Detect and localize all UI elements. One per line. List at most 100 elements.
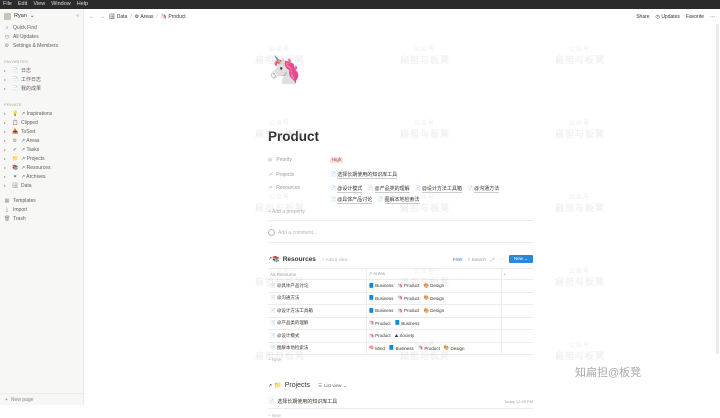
table-row[interactable]: 📄 @设计方法工具箱 📘 Business 🦄 Product 🎨 Design <box>268 304 533 318</box>
favorite-button[interactable]: Favorite <box>686 14 704 20</box>
relation-link[interactable]: 📄 @设计方法工具箱 <box>415 185 462 193</box>
new-row-button[interactable]: + New <box>268 413 281 418</box>
resource-cell[interactable]: 📄 @具体产品讨论 <box>268 279 367 293</box>
workspace-switcher[interactable]: Ryan ⌄ « <box>0 9 83 23</box>
breadcrumb-item[interactable]: ⚙ Areas <box>135 14 154 20</box>
view-switcher[interactable]: ☰ List view ⌄ <box>318 383 347 389</box>
sidebar-item[interactable]: ▸ 📚 ↗ Resources <box>0 163 83 172</box>
sidebar-item[interactable]: ▸ 📋 Clipped <box>0 118 83 127</box>
areas-cell[interactable]: 🦄 Product 📘 Business <box>366 317 502 330</box>
sidebar-item[interactable]: ◷ All Updates <box>0 32 83 41</box>
resource-cell[interactable]: 📄 @设计方法工具箱 <box>268 304 367 318</box>
relation-link[interactable]: 📄 @沟通方法 <box>467 185 500 193</box>
area-chip[interactable]: 📘 Business <box>395 320 420 326</box>
add-column-button[interactable]: + <box>501 268 533 280</box>
new-row-button[interactable]: + New <box>268 357 281 362</box>
page-icon[interactable]: 🦄 <box>268 54 302 86</box>
expand-triangle-icon[interactable]: ▸ <box>4 77 9 82</box>
sidebar-item[interactable]: ▸ 🗄 Data <box>0 181 83 190</box>
sidebar-item[interactable]: 🗑 Trash <box>0 214 83 223</box>
expand-triangle-icon[interactable]: ▸ <box>4 156 9 161</box>
relation-link[interactable]: 📄 选择长期使用的知识库工具 <box>330 171 398 179</box>
share-button[interactable]: Share <box>636 14 649 20</box>
table-row[interactable]: 📄 @产品类的理解 🦄 Product 📘 Business <box>268 317 533 330</box>
property-priority[interactable]: ◎ Priority High <box>268 157 533 163</box>
area-chip[interactable]: 📘 Business <box>369 308 394 314</box>
areas-cell[interactable]: 🧠 Mind 📘 Business 🦄 Product 🎨 Design <box>366 342 502 355</box>
property-resources[interactable]: ↗ Resources 📄 @设计模式 📄 @产品类的理解 📄 @设计方法工具箱 📄 @沟通方法… <box>268 185 533 204</box>
area-chip[interactable]: 🧠 Mind <box>369 345 385 351</box>
table-row[interactable]: 📄 @设计模式 🦄 Product ⛰ Society <box>268 329 533 343</box>
menu-help[interactable]: Help <box>77 0 88 9</box>
menu-view[interactable]: View <box>33 0 45 9</box>
expand-triangle-icon[interactable]: ▸ <box>4 174 9 179</box>
area-chip[interactable]: 📘 Business <box>369 295 394 301</box>
list-item[interactable]: 📄 选择长期使用的知识库工具 Today 12:49 PM <box>268 398 533 406</box>
table-row[interactable]: 📄 @具体产品讨论 📘 Business 🦄 Product 🎨 Design <box>268 279 533 293</box>
add-view-button[interactable]: + Add a view <box>322 257 348 262</box>
menu-window[interactable]: Window <box>51 0 71 9</box>
filter-button[interactable]: Filter <box>453 257 463 262</box>
area-chip[interactable]: 🎨 Design <box>424 283 445 289</box>
area-chip[interactable]: 🎨 Design <box>424 308 445 314</box>
table-row[interactable]: 📄 图解本地检索法 🧠 Mind 📘 Business 🦄 Product 🎨 Design <box>268 342 533 355</box>
expand-triangle-icon[interactable]: ▸ <box>4 68 9 73</box>
relation-link[interactable]: 📄 @产品类的理解 <box>367 185 410 193</box>
area-chip[interactable]: 🦄 Product <box>369 333 391 339</box>
add-comment-field[interactable]: Add a comment... <box>268 229 533 236</box>
forward-arrow-icon[interactable]: → <box>99 14 105 20</box>
priority-tag[interactable]: High <box>330 157 344 163</box>
resource-cell[interactable]: 📄 @沟通方法 <box>268 292 367 305</box>
more-options-button[interactable]: ··· <box>710 14 715 20</box>
menu-edit[interactable]: Edit <box>18 0 27 9</box>
sidebar-item[interactable]: ▸ ⚙ ↗ Areas <box>0 136 83 145</box>
area-chip[interactable]: 📘 Business <box>369 283 394 289</box>
sidebar-item[interactable]: ▸ ✔ ↗ Tasks <box>0 145 83 154</box>
expand-triangle-icon[interactable]: ▸ <box>4 183 9 188</box>
scrollbar[interactable] <box>716 24 719 354</box>
projects-db-title[interactable]: Projects <box>285 382 310 389</box>
resource-cell[interactable]: 📄 图解本地检索法 <box>268 342 367 355</box>
table-row[interactable]: 📄 @沟通方法 📘 Business 🦄 Product 🎨 Design <box>268 292 533 305</box>
area-chip[interactable]: 🎨 Design <box>444 345 465 351</box>
updates-button[interactable]: ◷ Updates <box>656 14 680 20</box>
expand-triangle-icon[interactable]: ▸ <box>4 120 9 125</box>
more-icon[interactable]: ··· <box>499 257 504 262</box>
new-button[interactable]: New ⌄ <box>508 255 533 263</box>
resources-db-title[interactable]: Resources <box>283 256 316 263</box>
area-chip[interactable]: 🦄 Product <box>397 308 419 314</box>
areas-cell[interactable]: 📘 Business 🦄 Product 🎨 Design <box>366 292 502 305</box>
resource-cell[interactable]: 📄 @设计模式 <box>268 329 367 343</box>
expand-icon[interactable]: ⤢ <box>491 257 495 262</box>
expand-triangle-icon[interactable]: ▸ <box>4 147 9 152</box>
area-chip[interactable]: 🎨 Design <box>424 295 445 301</box>
sidebar-item[interactable]: ▸ ⚫ ↗ Archives <box>0 172 83 181</box>
area-chip[interactable]: ⛰ Society <box>395 333 415 338</box>
sidebar-item[interactable]: ▦ Templates <box>0 196 83 205</box>
resource-cell[interactable]: 📄 @产品类的理解 <box>268 317 367 330</box>
menu-file[interactable]: File <box>3 0 12 9</box>
back-arrow-icon[interactable]: ← <box>89 14 95 20</box>
expand-triangle-icon[interactable]: ▸ <box>4 165 9 170</box>
area-chip[interactable]: 🦄 Product <box>397 283 419 289</box>
relation-link[interactable]: 📄 图解本地检索法 <box>377 196 420 204</box>
areas-cell[interactable]: 📘 Business 🦄 Product 🎨 Design <box>366 304 502 318</box>
page-title[interactable]: Product <box>268 129 319 144</box>
sidebar-item[interactable]: ⌕ Quick Find <box>0 23 83 32</box>
area-chip[interactable]: 🦄 Product <box>397 295 419 301</box>
areas-cell[interactable]: 🦄 Product ⛰ Society <box>366 329 502 343</box>
sidebar-item[interactable]: ▸ 📄 工作日志 <box>0 75 83 84</box>
sidebar-item[interactable]: ▸ 💡 ↗ Inspirations <box>0 109 83 118</box>
relation-link[interactable]: 📄 @设计模式 <box>330 185 363 193</box>
breadcrumb-item[interactable]: 🗄 Data <box>109 14 127 20</box>
collapse-sidebar-icon[interactable]: « <box>76 13 79 19</box>
column-header-resource[interactable]: Aa Resource <box>268 268 367 280</box>
sidebar-item[interactable]: ⚙ Settings & Members <box>0 41 83 50</box>
area-chip[interactable]: 📘 Business <box>389 345 414 351</box>
sidebar-item[interactable]: ⤓ Import <box>0 205 83 214</box>
add-property-button[interactable]: + Add a property <box>268 209 533 215</box>
sidebar-item[interactable]: ▸ 📥 ToSort <box>0 127 83 136</box>
sidebar-item[interactable]: ▸ 📁 ↗ Projects <box>0 154 83 163</box>
areas-cell[interactable]: 📘 Business 🦄 Product 🎨 Design <box>366 279 502 293</box>
search-button[interactable]: ⌕ Search <box>468 257 486 262</box>
